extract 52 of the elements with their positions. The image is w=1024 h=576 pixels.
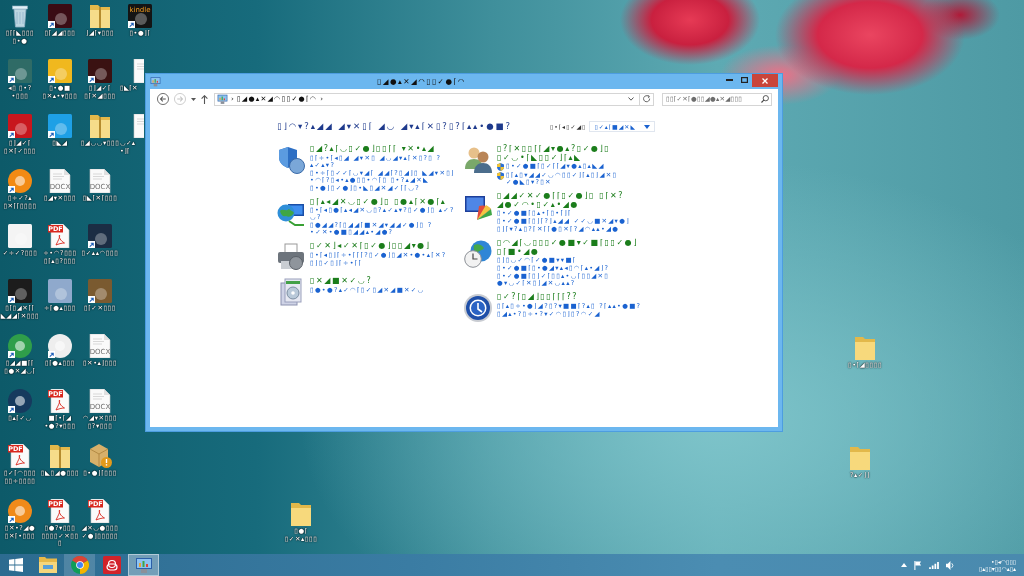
search-icon[interactable]: [761, 95, 769, 103]
maximize-icon: [741, 77, 748, 83]
folder-icon: [853, 336, 878, 360]
category-title-link[interactable]: ▯✕◢■✕✓◡?: [310, 277, 458, 286]
shield-icon: [277, 146, 305, 174]
folder-icon: [289, 502, 313, 526]
show-hidden-icons-button[interactable]: [900, 563, 907, 567]
close-button[interactable]: [752, 74, 778, 87]
monitor-palette-icon: [464, 193, 492, 221]
speaker-icon[interactable]: [945, 560, 954, 570]
caret-down-icon: [644, 124, 650, 129]
folder-icon: [848, 446, 872, 470]
chevron-down-icon: [627, 97, 634, 101]
minimize-icon: [726, 79, 733, 81]
printer-icon: [277, 243, 305, 271]
caret-up-icon: [900, 563, 907, 567]
signal-bars-icon[interactable]: [928, 561, 939, 569]
flag-icon[interactable]: [913, 560, 922, 570]
zip-folder-icon: [88, 4, 112, 28]
category-title-link[interactable]: ▯◠◢⌈◡▯▯▯✓●■▾✓■⌈▯▯✓●⌋ ▯⌈■•◢●: [497, 239, 645, 256]
close-icon: [762, 77, 768, 84]
zip-folder-icon: [48, 444, 72, 468]
category-title-link[interactable]: ▯◢◢✓✕✓●⌈⌈▯✓●⌋▯ ▯⌈✕?◢●✓◠•▯✓▴•◢●: [497, 192, 645, 209]
monitor-chart-icon: [134, 556, 153, 574]
category-title-link[interactable]: ▯?⌈✕▯▯⌈⌈◢▾●▴?▯✓●⌋▯ ▯✓◡•⌈◣▯▯✓⌋⌈▴◣: [497, 145, 645, 162]
refresh-button[interactable]: [639, 93, 653, 105]
zip-folder-icon: [88, 114, 112, 138]
taskbar-button[interactable]: [64, 554, 95, 576]
monitor-chart-icon: [150, 76, 161, 87]
users-icon: [464, 146, 492, 174]
round-logo-icon: [70, 556, 89, 574]
page-heading: ▯⌋◠▾?▴◢◢ ◢▾✕▯⌈ ◢◡ ◢▾▴⌈✕▯?▯?⌈▴▴•●■?: [277, 121, 512, 132]
arrow-up-icon: [201, 94, 208, 104]
taskbar-button[interactable]: [128, 554, 159, 576]
globe-clock-icon: [464, 240, 492, 268]
category-title-link[interactable]: ▯◢?▴⌈◡▯✓●⌋▯▯⌈⌈ ▾✕•▴◢: [310, 145, 458, 154]
software-box-icon: [277, 278, 305, 306]
refresh-icon: [642, 95, 651, 103]
folder-icon: [38, 556, 57, 574]
app-tile-icon: [102, 556, 121, 574]
caret-down-icon: [191, 97, 196, 101]
clock-icon: [464, 294, 492, 322]
installer-box-icon: [88, 444, 112, 468]
category-title-link[interactable]: ▯⌈▴◂◢✕◡▯✓●⌋▯ ▯●▴⌈✕●⌈▴: [310, 197, 458, 206]
arrow-right-icon: [173, 93, 186, 105]
category-title-link[interactable]: ▯✓✕⌋◂✓✕⌈▯✓●⌋▯▯◢▾●⌋: [310, 242, 458, 251]
up-button[interactable]: [201, 92, 208, 106]
category-title-link[interactable]: ▯✓?⌈▯◢⌋▯▯⌈⌈⌈??: [497, 293, 645, 302]
monitor-chart-icon: [217, 94, 228, 104]
window-panes-icon: [8, 558, 23, 572]
arrow-left-icon: [156, 93, 169, 105]
back-button[interactable]: [156, 92, 169, 106]
